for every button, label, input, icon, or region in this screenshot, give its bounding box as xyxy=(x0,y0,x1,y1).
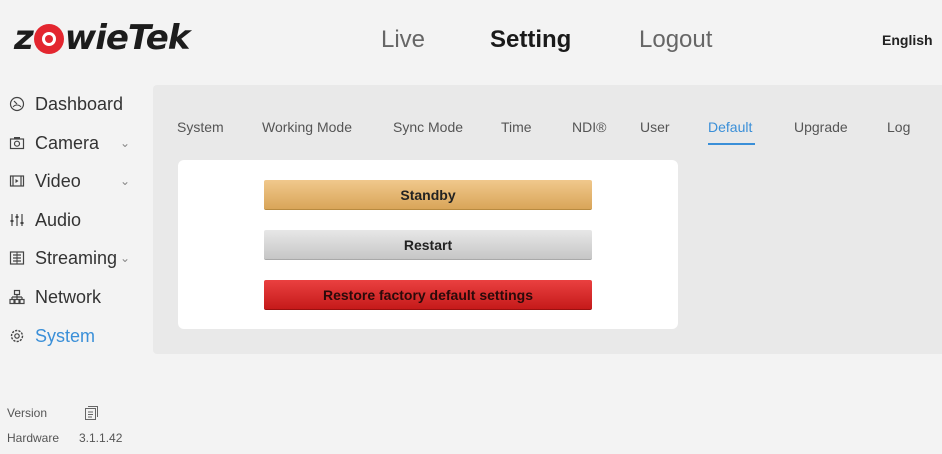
sidebar-item-video[interactable]: Video xyxy=(9,168,81,194)
gear-icon xyxy=(9,326,31,346)
dashboard-icon xyxy=(9,94,31,114)
restore-factory-defaults-button[interactable]: Restore factory default settings xyxy=(264,280,592,310)
chevron-down-icon[interactable]: ⌄ xyxy=(120,174,130,188)
brand-logo: z wie Tek xyxy=(14,18,190,58)
sidebar-item-dashboard[interactable]: Dashboard xyxy=(9,91,123,117)
copy-icon[interactable] xyxy=(83,405,99,421)
sidebar-item-camera[interactable]: Camera xyxy=(9,130,99,156)
restart-button[interactable]: Restart xyxy=(264,230,592,260)
tab-sync-mode[interactable]: Sync Mode xyxy=(393,119,463,135)
tab-default[interactable]: Default xyxy=(708,119,752,135)
sidebar-item-label: Dashboard xyxy=(35,93,124,114)
video-icon xyxy=(9,171,31,191)
logo-lens-mark xyxy=(33,24,64,54)
logo-text-wie: wie xyxy=(64,18,129,58)
tab-system[interactable]: System xyxy=(177,119,224,135)
nav-setting[interactable]: Setting xyxy=(490,26,571,54)
logo-text-tek: Tek xyxy=(127,18,190,58)
sidebar-item-label: Audio xyxy=(35,209,82,230)
sidebar-item-audio[interactable]: Audio xyxy=(9,207,81,233)
network-icon xyxy=(9,287,31,307)
nav-logout[interactable]: Logout xyxy=(639,26,712,54)
chevron-down-icon[interactable]: ⌄ xyxy=(120,136,130,150)
audio-icon xyxy=(9,210,31,230)
chevron-down-icon[interactable]: ⌄ xyxy=(120,251,130,265)
tab-ndi[interactable]: NDI® xyxy=(572,119,606,135)
standby-button[interactable]: Standby xyxy=(264,180,592,210)
sidebar-item-system[interactable]: System xyxy=(9,323,95,349)
tab-log[interactable]: Log xyxy=(887,119,910,135)
top-header: z wie Tek Live Setting Logout English xyxy=(0,0,942,82)
language-selector[interactable]: English xyxy=(882,32,933,48)
camera-icon xyxy=(9,133,31,153)
tab-upgrade[interactable]: Upgrade xyxy=(794,119,848,135)
tab-user[interactable]: User xyxy=(640,119,670,135)
sidebar-item-label: Camera xyxy=(35,132,100,153)
sidebar-item-label: System xyxy=(35,325,96,346)
nav-live[interactable]: Live xyxy=(381,26,425,54)
sidebar-item-network[interactable]: Network xyxy=(9,284,101,310)
version-label: Version xyxy=(7,406,48,420)
sidebar-item-label: Streaming xyxy=(35,247,118,268)
hardware-label: Hardware xyxy=(7,431,60,445)
tab-time[interactable]: Time xyxy=(501,119,532,135)
sidebar-item-label: Network xyxy=(35,286,102,307)
hardware-version: 3.1.1.42 xyxy=(79,431,123,445)
sidebar-item-streaming[interactable]: Streaming xyxy=(9,245,117,271)
sidebar-item-label: Video xyxy=(35,170,81,191)
active-tab-indicator xyxy=(708,143,755,145)
logo-letter-z: z xyxy=(14,18,34,58)
streaming-icon xyxy=(9,248,31,268)
tab-working-mode[interactable]: Working Mode xyxy=(262,119,352,135)
